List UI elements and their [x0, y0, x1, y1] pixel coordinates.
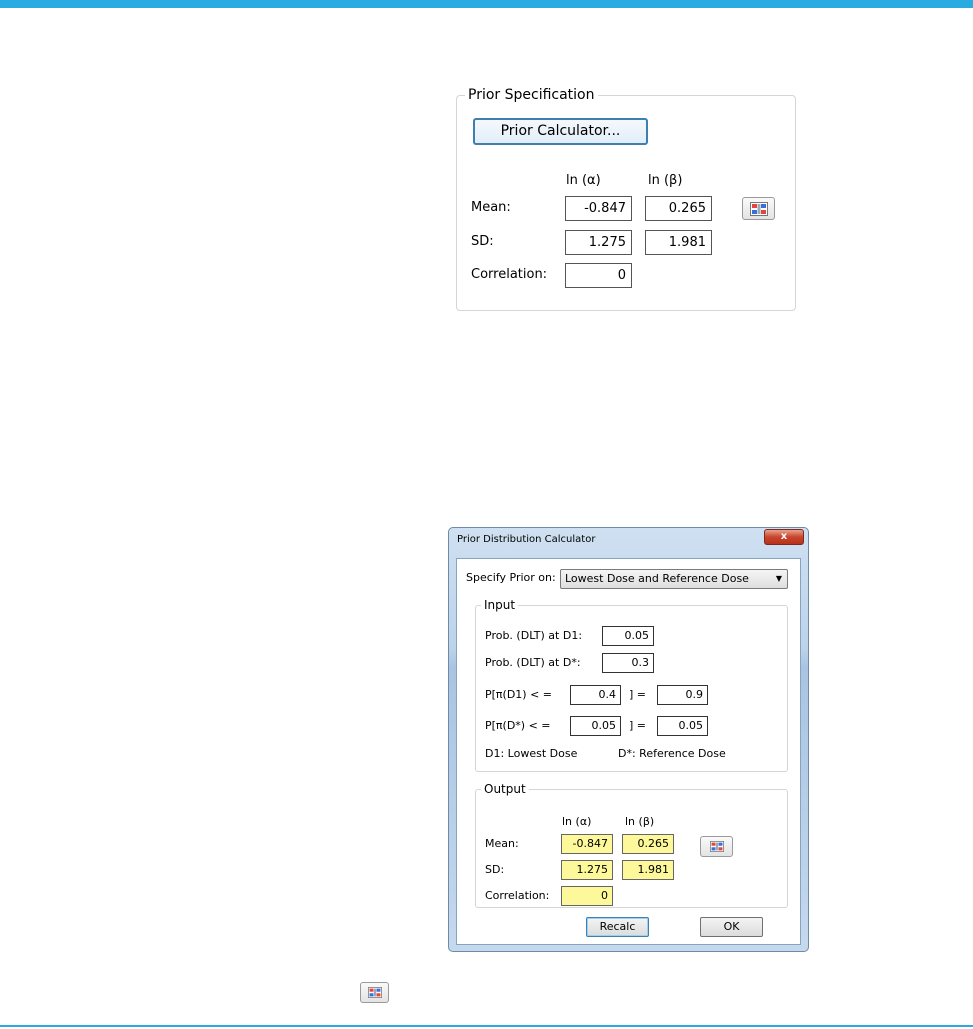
prior-specification-group: Prior Specification Prior Calculator... …	[456, 87, 796, 311]
p-d1-prefix: P[π(D1) < =	[485, 688, 553, 701]
matrix-button[interactable]	[742, 197, 775, 220]
matrix-grid-icon	[709, 841, 724, 852]
prob-d1-label: Prob. (DLT) at D1:	[485, 629, 583, 642]
output-sd-label: SD:	[485, 863, 505, 876]
ln-alpha-header: ln (α)	[566, 173, 601, 188]
prior-distribution-calculator-dialog: Prior Distribution Calculator x Specify …	[448, 527, 809, 952]
prob-dstar-label: Prob. (DLT) at D*:	[485, 656, 581, 669]
p-dstar-prefix: P[π(D*) < =	[485, 719, 551, 732]
output-correlation-label: Correlation:	[485, 889, 550, 902]
output-ln-beta-header: ln (β)	[625, 815, 655, 828]
p-dstar-prob-field[interactable]: 0.05	[657, 716, 708, 736]
output-group: Output ln (α) ln (β) Mean: -0.847 0.265 …	[475, 782, 788, 908]
p-d1-prob-field[interactable]: 0.9	[657, 685, 708, 705]
mean-beta-field[interactable]: 0.265	[645, 196, 712, 221]
output-legend: Output	[481, 782, 529, 796]
mean-alpha-field[interactable]: -0.847	[565, 196, 632, 221]
dialog-client-area: Specify Prior on: Lowest Dose and Refere…	[456, 558, 801, 945]
bottom-accent-line	[0, 1025, 973, 1027]
top-accent-bar	[0, 0, 973, 8]
ln-beta-header: ln (β)	[648, 173, 683, 188]
output-matrix-button[interactable]	[700, 836, 733, 857]
prior-specification-legend: Prior Specification	[465, 87, 598, 103]
ok-button[interactable]: OK	[700, 917, 763, 937]
matrix-grid-icon	[367, 987, 382, 998]
p-d1-bound-field[interactable]: 0.4	[570, 685, 621, 705]
specify-prior-value: Lowest Dose and Reference Dose	[565, 572, 749, 585]
output-mean-beta-field: 0.265	[622, 834, 674, 854]
sd-label: SD:	[471, 234, 494, 249]
chevron-down-icon: ▼	[775, 574, 782, 583]
mean-label: Mean:	[471, 200, 511, 215]
matrix-grid-icon	[749, 202, 768, 216]
dialog-title: Prior Distribution Calculator	[457, 534, 596, 545]
correlation-label: Correlation:	[471, 267, 548, 282]
specify-prior-select[interactable]: Lowest Dose and Reference Dose ▼	[560, 569, 788, 589]
output-sd-alpha-field: 1.275	[561, 860, 613, 880]
input-group: Input Prob. (DLT) at D1: 0.05 Prob. (DLT…	[475, 598, 788, 772]
close-button[interactable]: x	[764, 529, 804, 545]
close-icon: x	[780, 531, 788, 542]
output-mean-alpha-field: -0.847	[561, 834, 613, 854]
output-correlation-field: 0	[561, 886, 613, 906]
prob-d1-field[interactable]: 0.05	[602, 626, 654, 646]
prior-calculator-button[interactable]: Prior Calculator...	[473, 118, 648, 145]
note-lowest-dose: D1: Lowest Dose	[485, 747, 578, 760]
specify-prior-label: Specify Prior on:	[466, 571, 556, 584]
p-dstar-bound-field[interactable]: 0.05	[570, 716, 621, 736]
output-ln-alpha-header: ln (α)	[562, 815, 592, 828]
input-legend: Input	[481, 598, 519, 612]
p-dstar-equals: ] =	[629, 719, 647, 732]
output-mean-label: Mean:	[485, 837, 519, 850]
p-d1-equals: ] =	[629, 688, 647, 701]
prob-dstar-field[interactable]: 0.3	[602, 653, 654, 673]
correlation-field[interactable]: 0	[565, 263, 632, 288]
sd-beta-field[interactable]: 1.981	[645, 230, 712, 255]
matrix-icon-inline	[360, 982, 389, 1003]
note-reference-dose: D*: Reference Dose	[618, 747, 726, 760]
recalc-button[interactable]: Recalc	[586, 917, 649, 937]
sd-alpha-field[interactable]: 1.275	[565, 230, 632, 255]
output-sd-beta-field: 1.981	[622, 860, 674, 880]
